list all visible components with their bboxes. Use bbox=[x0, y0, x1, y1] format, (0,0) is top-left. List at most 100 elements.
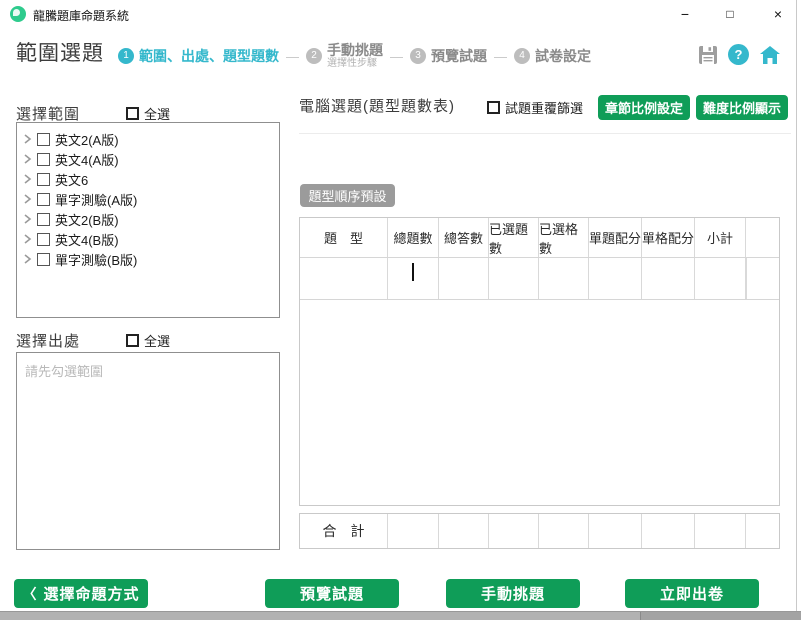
col-total-answers: 總答數 bbox=[439, 218, 489, 257]
window-right-edge bbox=[796, 0, 797, 611]
chevron-left-icon: 〈 bbox=[22, 584, 37, 604]
step-separator: — bbox=[286, 49, 299, 64]
table-empty-area bbox=[300, 300, 779, 505]
tree-item-label[interactable]: 單字測驗(B版) bbox=[55, 250, 137, 269]
tree-item-label[interactable]: 英文2(A版) bbox=[55, 130, 119, 149]
tree-item-checkbox[interactable] bbox=[37, 193, 50, 206]
total-points-per-question-value bbox=[589, 514, 642, 548]
col-points-per-cell: 單格配分 bbox=[642, 218, 695, 257]
chapter-ratio-button[interactable]: 章節比例設定 bbox=[598, 95, 690, 120]
step4-label[interactable]: 試卷設定 bbox=[535, 46, 591, 66]
back-to-method-button[interactable]: 〈 選擇命題方式 bbox=[14, 579, 148, 608]
cell-subtotal[interactable] bbox=[695, 258, 746, 299]
tree-item-eng6[interactable]: 英文6 bbox=[23, 169, 279, 189]
tree-item-eng2b[interactable]: 英文2(B版) bbox=[23, 209, 279, 229]
source-select-all-checkbox[interactable] bbox=[126, 334, 139, 347]
header-icons: ? bbox=[698, 44, 781, 65]
tree-item-checkbox[interactable] bbox=[37, 213, 50, 226]
step1-indicator: 1 bbox=[118, 48, 134, 64]
dup-filter[interactable]: 試題重覆篩選 bbox=[487, 98, 583, 117]
total-subtotal-value bbox=[695, 514, 746, 548]
step2-indicator: 2 bbox=[306, 48, 322, 64]
computer-selection-title: 電腦選題(題型題數表) bbox=[299, 95, 455, 116]
col-points-per-question: 單題配分 bbox=[589, 218, 642, 257]
total-questions-value bbox=[388, 514, 439, 548]
text-cursor bbox=[412, 263, 414, 281]
close-button[interactable]: × bbox=[761, 2, 795, 26]
preview-questions-button[interactable]: 預覽試題 bbox=[265, 579, 399, 608]
difficulty-ratio-button[interactable]: 難度比例顯示 bbox=[696, 95, 788, 120]
question-type-table: 題 型 總題數 總答數 已選題數 已選格數 單題配分 單格配分 小計 bbox=[299, 217, 780, 506]
chevron-right-icon[interactable] bbox=[23, 134, 32, 144]
tree-item-eng2a[interactable]: 英文2(A版) bbox=[23, 129, 279, 149]
chevron-right-icon[interactable] bbox=[23, 234, 32, 244]
tree-item-label[interactable]: 英文2(B版) bbox=[55, 210, 119, 229]
range-select-all-checkbox[interactable] bbox=[126, 107, 139, 120]
total-answers-value bbox=[439, 514, 489, 548]
minimize-button[interactable]: − bbox=[668, 2, 702, 26]
chevron-right-icon[interactable] bbox=[23, 254, 32, 264]
cell-points-per-cell[interactable] bbox=[642, 258, 695, 299]
tree-item-checkbox[interactable] bbox=[37, 153, 50, 166]
cell-question-type[interactable] bbox=[300, 258, 388, 299]
cell-total-answers[interactable] bbox=[439, 258, 489, 299]
total-selected-cells-value bbox=[539, 514, 589, 548]
dup-filter-label: 試題重覆篩選 bbox=[505, 98, 583, 117]
tree-item-eng4a[interactable]: 英文4(A版) bbox=[23, 149, 279, 169]
step2-sublabel: 選擇性步驟 bbox=[327, 58, 383, 70]
dup-filter-checkbox[interactable] bbox=[487, 101, 500, 114]
range-section-title: 選擇範圍 bbox=[16, 103, 80, 124]
order-preset-button[interactable]: 題型順序預設 bbox=[300, 184, 395, 207]
window-bottom-strip bbox=[0, 611, 801, 620]
chevron-right-icon[interactable] bbox=[23, 194, 32, 204]
chevron-right-icon[interactable] bbox=[23, 174, 32, 184]
tree-item-checkbox[interactable] bbox=[37, 173, 50, 186]
chevron-right-icon[interactable] bbox=[23, 214, 32, 224]
total-row: 合 計 bbox=[299, 513, 780, 549]
step4-indicator: 4 bbox=[514, 48, 530, 64]
tree-item-label[interactable]: 英文4(A版) bbox=[55, 150, 119, 169]
tree-item-label[interactable]: 英文4(B版) bbox=[55, 230, 119, 249]
cell-extra[interactable] bbox=[746, 258, 747, 299]
cell-selected-cells[interactable] bbox=[539, 258, 589, 299]
tree-item-eng4b[interactable]: 英文4(B版) bbox=[23, 229, 279, 249]
source-section-title: 選擇出處 bbox=[16, 330, 80, 351]
tree-item-label[interactable]: 英文6 bbox=[55, 170, 88, 189]
cell-selected-questions[interactable] bbox=[489, 258, 539, 299]
manual-pick-button[interactable]: 手動挑題 bbox=[446, 579, 580, 608]
maximize-button[interactable]: □ bbox=[713, 2, 747, 26]
col-question-type: 題 型 bbox=[300, 218, 388, 257]
tree-item-checkbox[interactable] bbox=[37, 253, 50, 266]
col-extra bbox=[746, 218, 779, 257]
source-list: 請先勾選範圍 bbox=[16, 352, 280, 550]
cell-points-per-question[interactable] bbox=[589, 258, 642, 299]
total-label: 合 計 bbox=[300, 514, 388, 548]
tree-item-checkbox[interactable] bbox=[37, 133, 50, 146]
tree-item-vocab-a[interactable]: 單字測驗(A版) bbox=[23, 189, 279, 209]
range-select-all[interactable]: 全選 bbox=[126, 104, 170, 123]
generate-paper-button[interactable]: 立即出卷 bbox=[625, 579, 759, 608]
step2-label[interactable]: 手動挑題 bbox=[327, 42, 383, 58]
tree-item-checkbox[interactable] bbox=[37, 233, 50, 246]
step3-indicator: 3 bbox=[410, 48, 426, 64]
total-points-per-cell-value bbox=[642, 514, 695, 548]
range-tree: 英文2(A版) 英文4(A版) 英文6 單字測驗(A版) 英文2(B版) 英文4… bbox=[16, 122, 280, 318]
step-separator: — bbox=[390, 49, 403, 64]
tree-item-label[interactable]: 單字測驗(A版) bbox=[55, 190, 137, 209]
header-divider bbox=[299, 133, 791, 134]
source-select-all[interactable]: 全選 bbox=[126, 331, 170, 350]
table-header-row: 題 型 總題數 總答數 已選題數 已選格數 單題配分 單格配分 小計 bbox=[300, 218, 779, 258]
step3-label[interactable]: 預覽試題 bbox=[431, 46, 487, 66]
tree-item-vocab-b[interactable]: 單字測驗(B版) bbox=[23, 249, 279, 269]
step-separator: — bbox=[494, 49, 507, 64]
chevron-right-icon[interactable] bbox=[23, 154, 32, 164]
home-icon[interactable] bbox=[759, 45, 781, 65]
table-row[interactable] bbox=[300, 258, 779, 300]
help-icon[interactable]: ? bbox=[728, 44, 749, 65]
col-subtotal: 小計 bbox=[695, 218, 746, 257]
step1-label[interactable]: 範圍、出處、題型題數 bbox=[139, 46, 279, 66]
source-placeholder: 請先勾選範圍 bbox=[25, 364, 103, 379]
save-icon[interactable] bbox=[698, 45, 718, 65]
total-extra bbox=[746, 514, 779, 548]
wizard-steps: 1 範圍、出處、題型題數 — 2 手動挑題 選擇性步驟 — 3 預覽試題 — 4… bbox=[118, 36, 591, 76]
